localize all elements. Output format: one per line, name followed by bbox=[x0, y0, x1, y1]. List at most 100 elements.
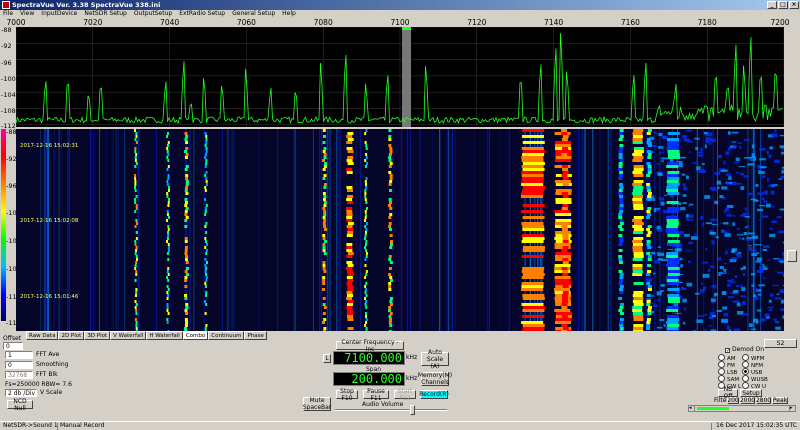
pause-button[interactable]: Pause F11 bbox=[363, 388, 389, 402]
tab-phase[interactable]: Phase bbox=[244, 331, 267, 340]
frequency-axis[interactable]: 7000 7020 7040 7060 7080 7100 7120 7140 … bbox=[0, 18, 800, 27]
tab-raw-data[interactable]: Raw Data bbox=[26, 331, 59, 340]
filter-2800-button[interactable]: 2800 bbox=[756, 397, 771, 404]
waterfall-signal bbox=[134, 279, 137, 282]
waterfall-signal bbox=[322, 141, 326, 144]
waterfall-signal bbox=[322, 321, 326, 324]
waterfall-noise bbox=[723, 160, 726, 165]
waterfall-signal bbox=[184, 132, 188, 135]
menu-extradio-setup[interactable]: ExtRadio Setup bbox=[179, 10, 225, 18]
waterfall-signal bbox=[619, 204, 624, 207]
waterfall-signal bbox=[347, 195, 354, 198]
close-button[interactable]: × bbox=[789, 1, 799, 9]
waterfall-line bbox=[189, 129, 191, 331]
tab-v-waterfall[interactable]: V Waterfall bbox=[110, 331, 147, 340]
filter-2000-button[interactable]: 2000 bbox=[740, 397, 755, 404]
menu-general-setup[interactable]: General Setup bbox=[232, 10, 275, 18]
tab-3d-plot[interactable]: 3D Plot bbox=[84, 331, 111, 340]
waterfall-signal bbox=[618, 282, 623, 285]
level-scrollbar[interactable] bbox=[784, 27, 800, 331]
waterfall-signal bbox=[204, 294, 207, 297]
audio-volume-track[interactable] bbox=[335, 409, 447, 411]
waterfall-noise bbox=[710, 218, 718, 221]
level-scroll-thumb[interactable] bbox=[787, 250, 797, 262]
record-button[interactable]: Record(R) bbox=[419, 390, 449, 399]
tab-combo[interactable]: Combo bbox=[182, 331, 209, 340]
menu-output-setup[interactable]: OutputSetup bbox=[134, 10, 172, 18]
waterfall-noise bbox=[681, 173, 686, 176]
waterfall-noise bbox=[762, 175, 766, 179]
waterfall-signal bbox=[167, 267, 170, 270]
smoothing-input[interactable]: 0 bbox=[5, 361, 33, 369]
spectrum-plot[interactable] bbox=[15, 26, 785, 127]
mute-button[interactable]: Mute SpaceBar bbox=[303, 397, 331, 411]
memory-channels-button[interactable]: Memory(M) Channels bbox=[418, 372, 452, 386]
waterfall-signal bbox=[667, 261, 680, 264]
fft-ave-input[interactable]: 1 bbox=[5, 351, 33, 359]
audio-volume-thumb[interactable] bbox=[410, 405, 415, 415]
span-display[interactable]: 200.000 bbox=[333, 372, 405, 386]
waterfall-signal bbox=[323, 165, 327, 168]
waterfall-signal bbox=[166, 318, 169, 321]
l-button[interactable]: L bbox=[323, 354, 331, 363]
s2-button[interactable]: S2 bbox=[764, 339, 797, 348]
waterfall-noise bbox=[731, 131, 739, 134]
y-label: -100 bbox=[1, 75, 16, 83]
tab-continuum[interactable]: Continuum bbox=[208, 331, 245, 340]
center-frequency-inc-button[interactable]: Center Frequency - Inc bbox=[336, 339, 404, 353]
demod-on-checkbox[interactable]: ✓ Demod On bbox=[725, 346, 764, 354]
waterfall-signal bbox=[184, 285, 188, 288]
waterfall-signal bbox=[166, 297, 169, 300]
menu-file[interactable]: File bbox=[3, 10, 13, 18]
waterfall-signal bbox=[365, 147, 368, 150]
auto-scale-button[interactable]: Auto Scale (A) bbox=[421, 349, 449, 370]
offset-select[interactable]: 0 bbox=[3, 342, 23, 350]
waterfall-signal bbox=[323, 147, 327, 150]
ncd-null-button[interactable]: NCD Null bbox=[7, 398, 33, 412]
start-button[interactable]: Start F12 bbox=[394, 388, 416, 402]
vscale-select[interactable]: 2 db /Div bbox=[5, 389, 37, 397]
waterfall-signal bbox=[166, 213, 169, 216]
waterfall-noise bbox=[660, 284, 665, 287]
waterfall-signal bbox=[184, 213, 188, 216]
waterfall-noise bbox=[717, 186, 720, 189]
scroll-right-icon[interactable]: ▸ bbox=[789, 406, 795, 411]
waterfall-signal bbox=[365, 129, 368, 132]
waterfall-noise bbox=[774, 297, 782, 300]
waterfall-signal bbox=[562, 240, 569, 243]
fft-blk-select[interactable]: 32768 bbox=[5, 371, 33, 379]
tuning-marker[interactable] bbox=[402, 27, 411, 127]
waterfall-noise bbox=[744, 157, 751, 159]
scroll-left-icon[interactable]: ◂ bbox=[689, 406, 695, 411]
menu-input-device[interactable]: InputDevice bbox=[41, 10, 77, 18]
waterfall-signal bbox=[646, 243, 651, 246]
signal-meter-fill bbox=[697, 407, 729, 410]
waterfall-signal bbox=[646, 162, 651, 165]
stop-button[interactable]: Stop F10 bbox=[336, 388, 358, 402]
maximize-button[interactable]: □ bbox=[778, 1, 788, 9]
waterfall-signal bbox=[646, 186, 651, 189]
nb-off-button[interactable]: NB Off bbox=[718, 386, 738, 400]
minimize-button[interactable]: _ bbox=[767, 1, 777, 9]
tab-2d-plot[interactable]: 2D Plot bbox=[58, 331, 85, 340]
filter-200-button[interactable]: 200 bbox=[727, 397, 739, 404]
menu-help[interactable]: Help bbox=[282, 10, 296, 18]
waterfall-line bbox=[16, 129, 18, 331]
waterfall-noise bbox=[744, 207, 747, 211]
waterfall-signal bbox=[667, 273, 680, 276]
status-bar: NetSDR->Sound 1 Manual Record 16 Dec 201… bbox=[0, 421, 800, 430]
waterfall-signal bbox=[667, 243, 680, 246]
waterfall-signal bbox=[561, 282, 568, 285]
y-label: -104 bbox=[1, 91, 16, 99]
menu-netsdr-setup[interactable]: NetSDR Setup bbox=[84, 10, 127, 18]
waterfall-noise bbox=[763, 200, 768, 203]
setup-button[interactable]: Setup bbox=[740, 389, 762, 397]
waterfall-signal bbox=[346, 276, 353, 279]
waterfall-signal bbox=[167, 312, 170, 315]
tab-h-waterfall[interactable]: H Waterfall bbox=[146, 331, 183, 340]
waterfall-display[interactable] bbox=[16, 129, 788, 333]
waterfall-signal bbox=[205, 177, 208, 180]
menu-view[interactable]: View bbox=[20, 10, 34, 18]
center-frequency-display[interactable]: 7100.000 bbox=[333, 351, 405, 365]
peak-button[interactable]: Peak bbox=[772, 397, 788, 404]
